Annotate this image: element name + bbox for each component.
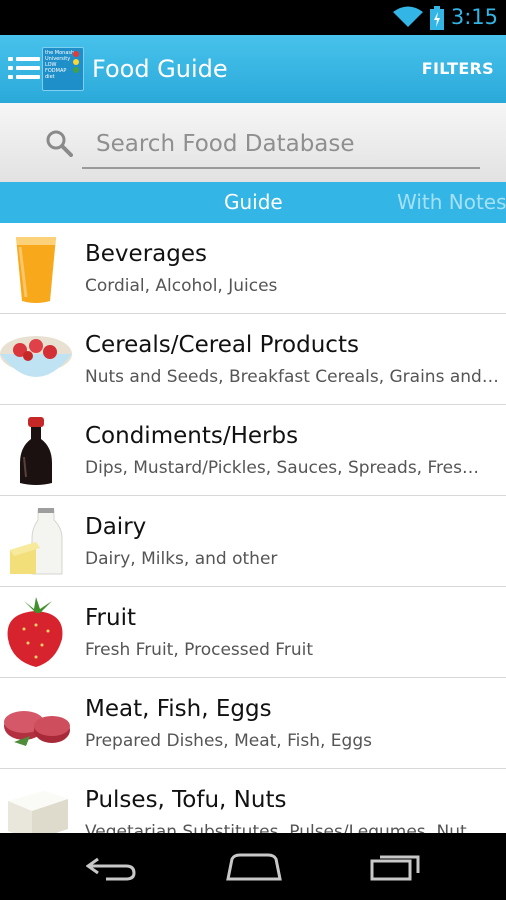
category-subtitle: Vegetarian Substitutes, Pulses/Legumes, … (85, 822, 467, 833)
traffic-light-icon (73, 51, 81, 75)
tab-guide[interactable]: Guide (224, 190, 283, 214)
home-icon[interactable] (226, 853, 282, 881)
category-subtitle: Nuts and Seeds, Breakfast Cereals, Grain… (85, 367, 499, 387)
category-title: Fruit (85, 605, 136, 631)
app-logo[interactable]: the Monash University LOW FODMAP diet (42, 47, 84, 91)
category-subtitle: Cordial, Alcohol, Juices (85, 276, 278, 296)
category-title: Beverages (85, 241, 207, 267)
filters-button[interactable]: FILTERS (422, 59, 494, 78)
tab-with-notes[interactable]: With Notes (397, 190, 506, 214)
category-subtitle: Fresh Fruit, Processed Fruit (85, 640, 313, 660)
category-title: Cereals/Cereal Products (85, 332, 359, 358)
list-item[interactable]: Meat, Fish, Eggs Prepared Dishes, Meat, … (0, 678, 506, 769)
steak-icon (4, 711, 70, 746)
search-bar (0, 103, 506, 182)
category-subtitle: Dips, Mustard/Pickles, Sauces, Spreads, … (85, 458, 479, 478)
navigation-bar (0, 833, 506, 900)
list-item[interactable]: Beverages Cordial, Alcohol, Juices (0, 223, 506, 314)
milk-cheese-icon (10, 508, 63, 575)
search-input[interactable] (82, 121, 480, 169)
category-title: Meat, Fish, Eggs (85, 696, 272, 722)
tab-bar: Guide With Notes (0, 182, 506, 223)
strawberry-icon (7, 597, 63, 667)
list-item[interactable]: Cereals/Cereal Products Nuts and Seeds, … (0, 314, 506, 405)
orange-juice-icon (16, 237, 56, 303)
list-item[interactable]: Dairy Dairy, Milks, and other (0, 496, 506, 587)
status-time: 3:15 (450, 5, 498, 29)
back-icon[interactable] (86, 853, 138, 881)
wifi-icon (393, 6, 423, 27)
list-item[interactable]: Fruit Fresh Fruit, Processed Fruit (0, 587, 506, 678)
category-subtitle: Dairy, Milks, and other (85, 549, 278, 569)
category-title: Condiments/Herbs (85, 423, 299, 449)
search-icon (46, 130, 73, 157)
cereal-bowl-icon (0, 336, 72, 377)
category-title: Dairy (85, 514, 147, 540)
app-title: Food Guide (92, 55, 228, 83)
battery-icon (430, 6, 444, 30)
category-title: Pulses, Tofu, Nuts (85, 787, 287, 813)
food-category-list: Beverages Cordial, Alcohol, Juices Cerea… (0, 223, 506, 833)
category-subtitle: Prepared Dishes, Meat, Fish, Eggs (85, 731, 372, 751)
list-item[interactable]: Condiments/Herbs Dips, Mustard/Pickles, … (0, 405, 506, 496)
action-bar: the Monash University LOW FODMAP diet Fo… (0, 35, 506, 103)
recents-icon[interactable] (370, 851, 422, 881)
menu-icon[interactable] (8, 55, 40, 81)
soy-sauce-icon (20, 417, 52, 485)
status-bar: 3:15 (0, 0, 506, 35)
logo-text: the Monash University LOW FODMAP diet (45, 50, 75, 80)
tofu-icon (8, 791, 68, 833)
list-item[interactable]: Pulses, Tofu, Nuts Vegetarian Substitute… (0, 769, 506, 833)
